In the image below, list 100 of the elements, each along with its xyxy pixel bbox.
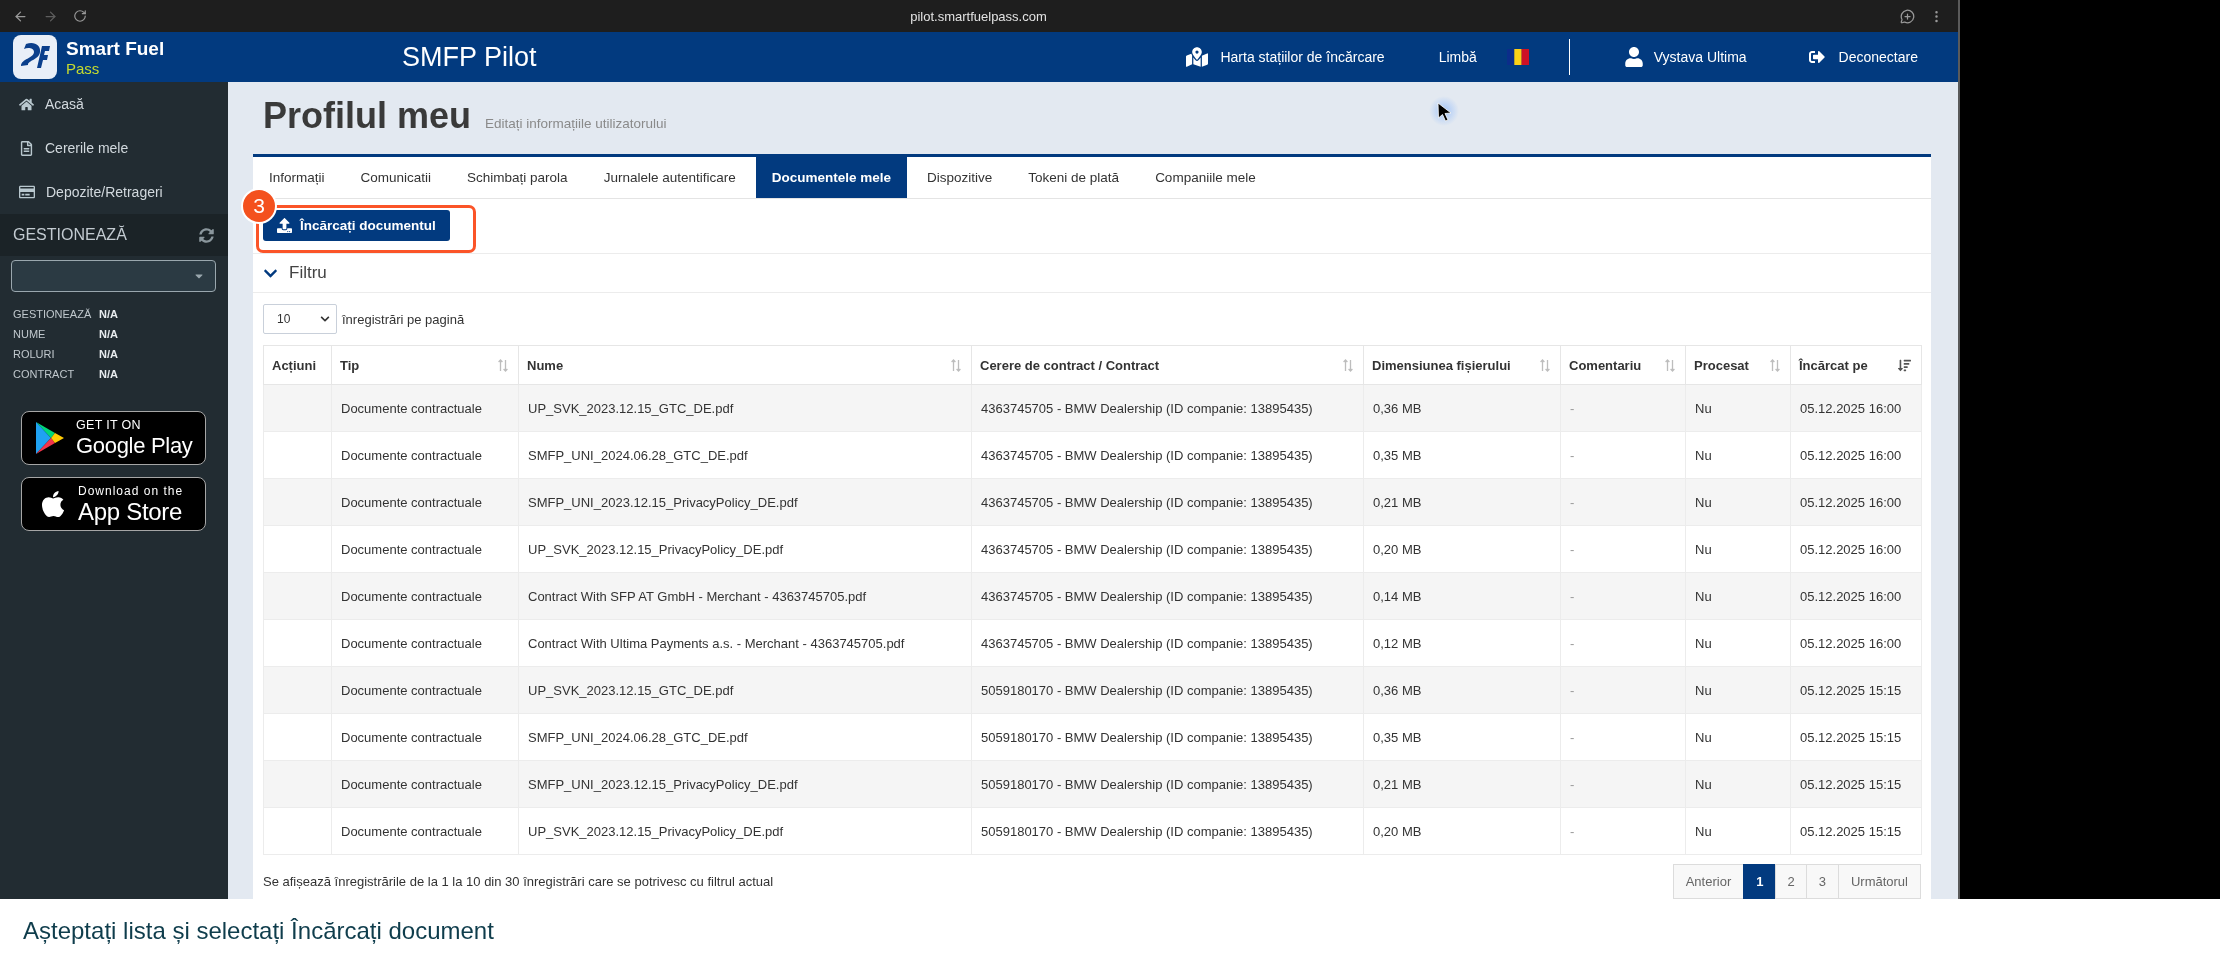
table-cell: Nu: [1685, 620, 1791, 667]
sidebar-nav-item[interactable]: Acasă: [0, 82, 228, 126]
document-icon: [19, 140, 34, 156]
table-cell: -: [1560, 761, 1686, 808]
table-cell: Nu: [1685, 808, 1791, 855]
column-header: Acțiuni: [272, 358, 317, 373]
table-cell: 05.12.2025 15:15: [1790, 714, 1922, 761]
table-cell: -: [1560, 479, 1686, 526]
google-play-badge[interactable]: GET IT ON Google Play: [21, 411, 206, 465]
table-cell: 0,14 MB: [1363, 573, 1561, 620]
page-title: Profilul meu: [263, 94, 472, 138]
address-bar-url[interactable]: pilot.smartfuelpass.com: [910, 8, 1047, 24]
sidebar-nav-item[interactable]: Cererile mele: [0, 126, 228, 170]
play-store-icon: [36, 422, 64, 454]
table-cell: 0,36 MB: [1363, 667, 1561, 714]
detail-value: N/A: [99, 308, 119, 320]
table-cell: 0,20 MB: [1363, 808, 1561, 855]
detail-value: N/A: [99, 328, 119, 340]
table-cell: 05.12.2025 16:00: [1790, 526, 1922, 573]
table-cell: Nu: [1685, 761, 1791, 808]
tab[interactable]: Companiile mele: [1139, 157, 1272, 198]
table-cell: Documente contractuale: [331, 385, 519, 432]
user-menu[interactable]: Vystava Ultima: [1623, 47, 1747, 67]
table-cell: -: [1560, 667, 1686, 714]
map-marker-icon: [1186, 46, 1209, 68]
table-cell: UP_SVK_2023.12.15_GTC_DE.pdf: [518, 385, 972, 432]
column-header[interactable]: Cerere de contract / Contract: [980, 358, 1160, 373]
column-header[interactable]: Nume: [527, 358, 564, 373]
home-icon: [19, 96, 34, 112]
section-title: GESTIONEAZĂ: [13, 226, 127, 244]
pagination-button[interactable]: 3: [1805, 863, 1839, 899]
pagination-button[interactable]: Următorul: [1837, 863, 1921, 899]
table-cell: 05.12.2025 16:00: [1790, 385, 1922, 432]
tab[interactable]: Schimbați parola: [451, 157, 584, 198]
table-cell: Documente contractuale: [331, 432, 519, 479]
detail-label: ROLURI: [13, 348, 56, 360]
logo-icon: [13, 35, 57, 79]
back-arrow-icon[interactable]: [13, 8, 28, 24]
logout-link[interactable]: Deconectare: [1808, 49, 1918, 65]
table-cell: 05.12.2025 15:15: [1790, 667, 1922, 714]
upload-document-button[interactable]: Încărcați documentul: [263, 210, 450, 241]
tab[interactable]: Tokeni de plată: [1012, 157, 1136, 198]
table-cell: Documente contractuale: [331, 620, 519, 667]
sidebar-nav-item[interactable]: Depozite/Retrageri: [0, 170, 228, 214]
forward-arrow-icon[interactable]: [43, 8, 58, 24]
table-cell: Contract With Ultima Payments a.s. - Merchant - 4363745705.pdf: [518, 620, 972, 667]
table-cell: 0,21 MB: [1363, 479, 1561, 526]
table-cell: 5059180170 - BMW Dealership (ID companie: 13895435): [971, 808, 1364, 855]
table-cell: Nu: [1685, 385, 1791, 432]
table-cell: Documente contractuale: [331, 667, 519, 714]
language-selector[interactable]: Limbă: [1438, 49, 1529, 65]
table-cell: Documente contractuale: [331, 479, 519, 526]
step-badge: 3: [241, 188, 277, 224]
table-cell: Nu: [1685, 714, 1791, 761]
brand-name: Smart Fuel: [66, 38, 165, 59]
tab[interactable]: Documentele mele: [755, 157, 907, 198]
table-cell: 5059180170 - BMW Dealership (ID companie: 13895435): [971, 714, 1364, 761]
reload-icon[interactable]: [73, 9, 87, 23]
tab[interactable]: Dispozitive: [911, 157, 1009, 198]
table-cell: Nu: [1685, 667, 1791, 714]
detail-value: N/A: [99, 348, 119, 360]
table-cell: -: [1560, 432, 1686, 479]
chat-plus-icon[interactable]: [1900, 8, 1915, 24]
tab[interactable]: Jurnalele autentificare: [587, 157, 752, 198]
tab[interactable]: Comunicatii: [344, 157, 448, 198]
sort-descending-icon[interactable]: [1898, 359, 1911, 372]
table-cell: 4363745705 - BMW Dealership (ID companie: 13895435): [971, 432, 1364, 479]
table-cell: UP_SVK_2023.12.15_GTC_DE.pdf: [518, 667, 972, 714]
table-cell: Documente contractuale: [331, 761, 519, 808]
column-header[interactable]: Tip: [340, 358, 360, 373]
app-store-badge[interactable]: Download on the App Store: [21, 477, 206, 531]
credit-card-icon: [19, 184, 35, 200]
table-cell: SMFP_UNI_2023.12.15_PrivacyPolicy_DE.pdf: [518, 761, 972, 808]
pagination-button[interactable]: 2: [1775, 863, 1807, 899]
filter-toggle[interactable]: Filtru: [263, 263, 327, 284]
table-cell: -: [1560, 526, 1686, 573]
table-cell: 05.12.2025 15:15: [1790, 761, 1922, 808]
upload-icon: [277, 218, 292, 233]
pagination-button[interactable]: Anterior: [1672, 863, 1745, 899]
column-header[interactable]: Procesat: [1694, 358, 1749, 373]
table-cell: UP_SVK_2023.12.15_PrivacyPolicy_DE.pdf: [518, 808, 972, 855]
station-map-link[interactable]: Harta stațiilor de încărcare: [1186, 46, 1385, 68]
page-length-select[interactable]: 10: [263, 304, 337, 335]
table-cell: 05.12.2025 16:00: [1790, 479, 1922, 526]
detail-label: NUME: [13, 328, 47, 340]
pagination-button[interactable]: 1: [1743, 863, 1777, 899]
table-cell: -: [1560, 808, 1686, 855]
table-cell: Documente contractuale: [331, 714, 519, 761]
table-cell: Documente contractuale: [331, 526, 519, 573]
app-title: SMFP Pilot: [402, 41, 537, 73]
table-cell: 4363745705 - BMW Dealership (ID companie: 13895435): [971, 385, 1364, 432]
table-cell: 0,35 MB: [1363, 714, 1561, 761]
page-length-label: înregistrări pe pagină: [342, 312, 465, 327]
manage-select[interactable]: [11, 260, 216, 292]
detail-label: CONTRACT: [13, 368, 76, 380]
table-cell: -: [1560, 620, 1686, 667]
detail-value: N/A: [99, 368, 119, 380]
table-cell: -: [1560, 573, 1686, 620]
table-cell: 4363745705 - BMW Dealership (ID companie: 13895435): [971, 573, 1364, 620]
refresh-icon[interactable]: [199, 227, 214, 243]
